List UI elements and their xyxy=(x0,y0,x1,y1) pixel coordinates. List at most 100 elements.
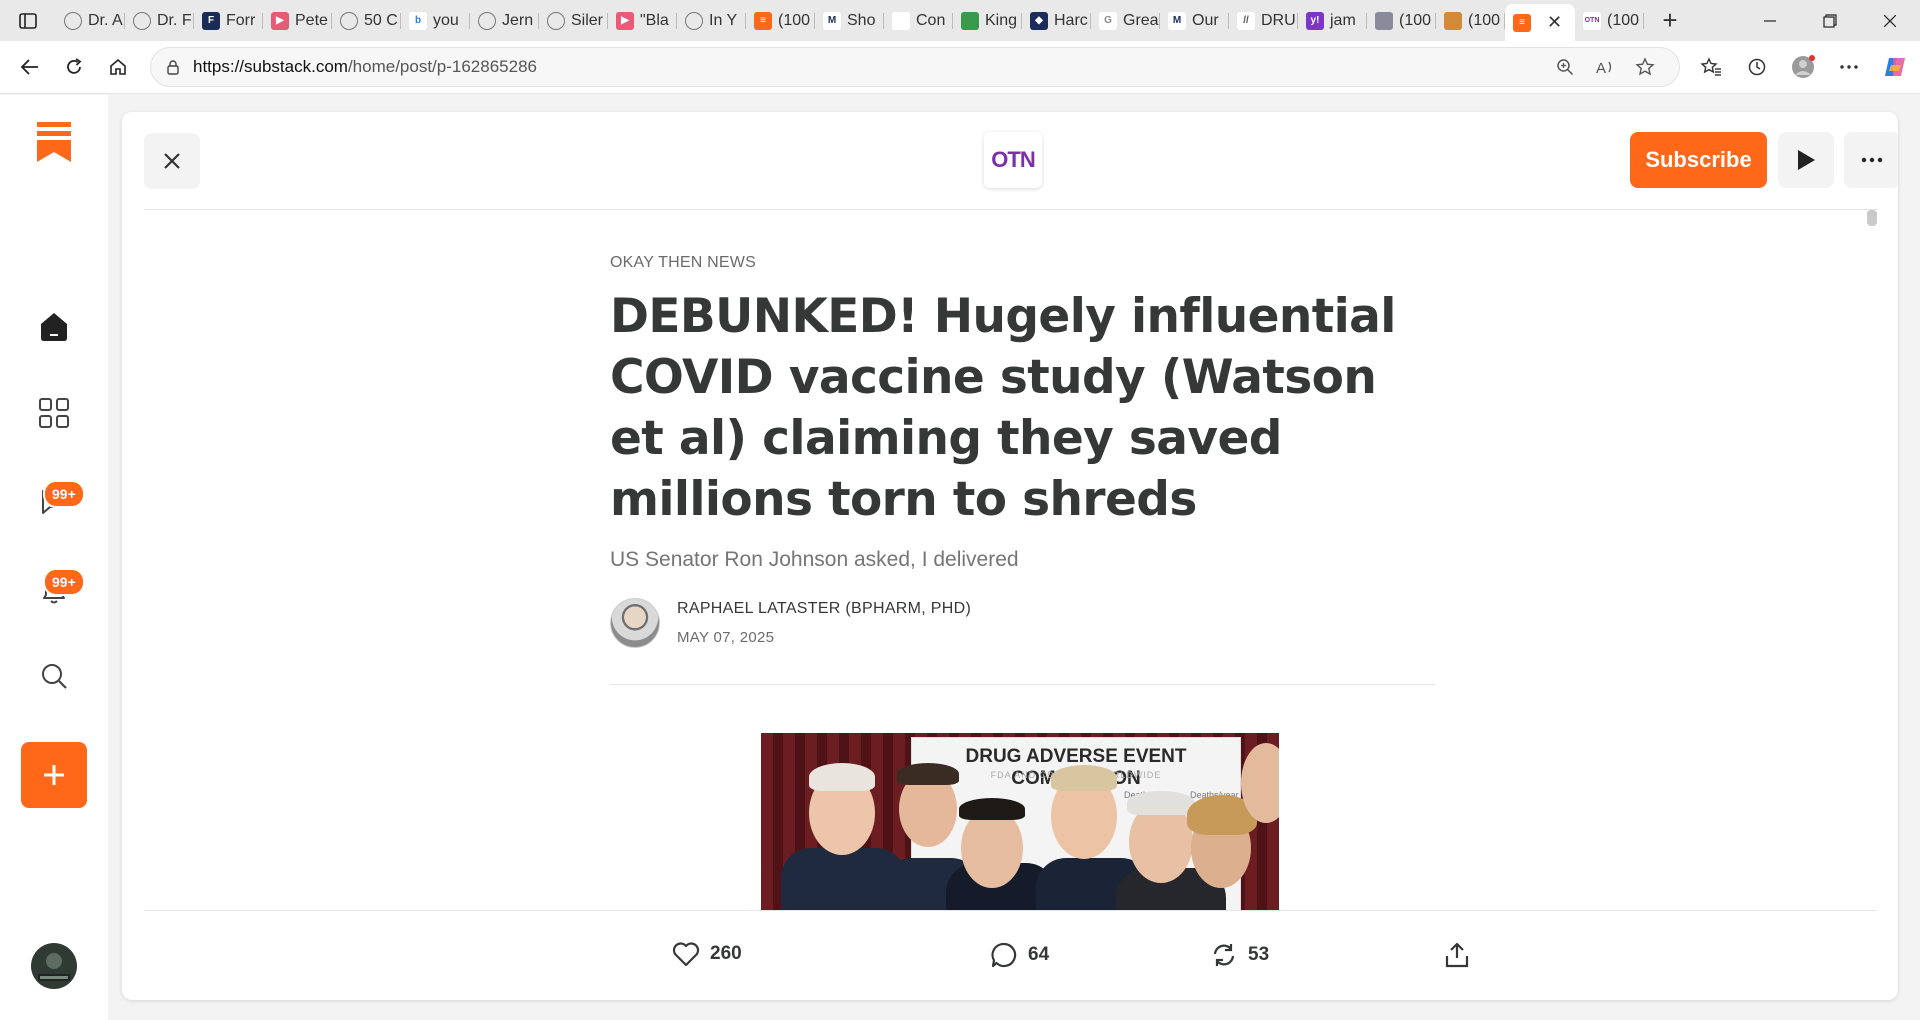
browser-tab-label: "Bla xyxy=(640,11,669,29)
listen-button[interactable] xyxy=(1778,132,1834,188)
browser-tab[interactable]: b you xyxy=(401,5,470,37)
browser-tab[interactable]: Dr. A xyxy=(56,5,125,37)
globe-icon xyxy=(133,11,151,30)
browser-tab[interactable]: Con xyxy=(884,5,953,37)
browser-tab-label: DRU xyxy=(1261,11,1296,29)
youtube-icon: ▶ xyxy=(616,11,634,30)
history-button[interactable] xyxy=(1736,47,1778,87)
close-icon xyxy=(1884,14,1896,27)
restack-icon xyxy=(1213,944,1235,966)
chat-unread-badge: 99+ xyxy=(43,480,85,508)
nav-home[interactable] xyxy=(0,310,108,344)
minimize-button[interactable] xyxy=(1740,0,1800,41)
browser-tab[interactable]: ▶ Pete xyxy=(263,5,332,37)
subscribe-button[interactable]: Subscribe xyxy=(1630,132,1767,188)
post-content-scroll[interactable]: OKAY THEN NEWS DEBUNKED! Hugely influent… xyxy=(144,210,1877,910)
comment-button[interactable]: 64 xyxy=(990,941,1049,969)
nav-notifications[interactable]: 99+ xyxy=(0,568,108,605)
post-date: MAY 07, 2025 xyxy=(677,629,775,646)
refresh-button[interactable] xyxy=(52,47,96,87)
browser-tab-label: Grea xyxy=(1123,11,1159,29)
post-action-bar: 260 64 53 xyxy=(144,910,1877,1000)
restack-button[interactable]: 53 xyxy=(1210,941,1269,969)
scrollbar-thumb[interactable] xyxy=(1867,210,1877,226)
author-avatar[interactable] xyxy=(610,598,660,648)
browser-tab[interactable]: ▶ "Bla xyxy=(608,5,677,37)
browser-tab-label: Siler xyxy=(571,11,604,29)
browser-tab[interactable]: King xyxy=(953,5,1022,37)
like-button[interactable]: 260 xyxy=(672,941,742,967)
more-options-button[interactable] xyxy=(1844,132,1898,188)
ellipsis-icon xyxy=(1840,65,1858,69)
otn-icon: OTN xyxy=(1583,11,1601,30)
browser-tab[interactable]: Siler xyxy=(539,5,608,37)
browser-tab[interactable]: M Our xyxy=(1160,5,1229,37)
byline-text: RAPHAEL LATASTER (BPHARM, PHD) MAY 07, 2… xyxy=(677,600,971,646)
blank-icon xyxy=(892,11,910,30)
browser-tab[interactable]: y! jam xyxy=(1298,5,1367,37)
grid-icon xyxy=(39,398,69,428)
tab-actions-button[interactable] xyxy=(0,0,56,41)
byline: RAPHAEL LATASTER (BPHARM, PHD) MAY 07, 2… xyxy=(610,598,1436,648)
gray-icon xyxy=(1375,11,1393,30)
read-aloud-button[interactable]: A xyxy=(1585,58,1625,76)
url-text[interactable]: https://substack.com/home/post/p-1628652… xyxy=(193,57,1545,77)
nav-chat[interactable]: 99+ xyxy=(0,480,108,517)
settings-menu-button[interactable] xyxy=(1828,47,1870,87)
browser-tab[interactable]: 50 C xyxy=(332,5,401,37)
favorites-button[interactable] xyxy=(1690,47,1732,87)
close-post-button[interactable] xyxy=(144,133,200,189)
share-icon xyxy=(1445,942,1469,968)
zoom-button[interactable] xyxy=(1545,58,1585,76)
browser-tab[interactable]: (100 xyxy=(1367,5,1436,37)
home-button[interactable] xyxy=(96,47,140,87)
browser-tab-label: In Y xyxy=(709,11,738,29)
browser-tab-label: you xyxy=(433,11,459,29)
read-aloud-icon: A xyxy=(1596,60,1612,76)
nav-search[interactable] xyxy=(0,660,108,692)
browser-tab[interactable]: OTN (100 xyxy=(1575,5,1644,37)
favorite-button[interactable] xyxy=(1625,57,1665,77)
close-tab-icon[interactable]: ✕ xyxy=(1547,12,1562,33)
browser-tab-label: Our xyxy=(1192,11,1219,29)
tab-list: Dr. A Dr. F F Forr ▶ Pete 50 Cb you Jern Siler ▶ "B… xyxy=(56,0,1644,41)
user-avatar-button[interactable] xyxy=(0,942,108,990)
close-window-button[interactable] xyxy=(1860,0,1920,41)
address-bar[interactable]: https://substack.com/home/post/p-1628652… xyxy=(150,47,1680,87)
copilot-button[interactable] xyxy=(1874,47,1916,87)
green-icon xyxy=(961,11,979,30)
back-arrow-icon xyxy=(20,59,38,75)
publication-name[interactable]: OKAY THEN NEWS xyxy=(610,254,1436,272)
browser-tab[interactable]: // DRU xyxy=(1229,5,1298,37)
browser-tab[interactable]: Jern xyxy=(470,5,539,37)
publication-logo[interactable]: OTN xyxy=(984,132,1042,188)
browser-tab[interactable]: ◆ Harc xyxy=(1022,5,1091,37)
home-icon xyxy=(41,313,67,341)
shield-icon: ◆ xyxy=(1030,11,1048,30)
post-hero-image[interactable]: DRUG ADVERSE EVENT COMPARISON FDA AND CD… xyxy=(761,733,1279,910)
m-icon: M xyxy=(823,11,841,30)
browser-tab[interactable]: (100 xyxy=(1436,5,1505,37)
share-button[interactable] xyxy=(1444,941,1470,969)
browser-tab[interactable]: M Sho xyxy=(815,5,884,37)
substack-logo-link[interactable] xyxy=(0,122,108,162)
globe-icon xyxy=(64,11,82,30)
header-divider xyxy=(610,684,1436,685)
youtube-icon: ▶ xyxy=(271,11,289,30)
new-tab-button[interactable]: + xyxy=(1650,5,1690,37)
author-name[interactable]: RAPHAEL LATASTER (BPHARM, PHD) xyxy=(677,600,971,618)
site-info-icon[interactable] xyxy=(165,59,181,75)
nav-explore[interactable] xyxy=(0,397,108,429)
browser-tab[interactable]: F Forr xyxy=(194,5,263,37)
browser-tab-label: Dr. F xyxy=(157,11,192,29)
create-post-button[interactable] xyxy=(0,742,108,808)
browser-tab[interactable]: ≡ (100 xyxy=(746,5,815,37)
browser-tab[interactable]: ≡ ✕ xyxy=(1505,4,1575,41)
profile-button[interactable] xyxy=(1782,47,1824,87)
browser-tab[interactable]: G Grea xyxy=(1091,5,1160,37)
restore-button[interactable] xyxy=(1800,0,1860,41)
back-button[interactable] xyxy=(8,47,52,87)
browser-tab[interactable]: In Y xyxy=(677,5,746,37)
browser-tab[interactable]: Dr. F xyxy=(125,5,194,37)
compose-button[interactable] xyxy=(21,742,87,808)
